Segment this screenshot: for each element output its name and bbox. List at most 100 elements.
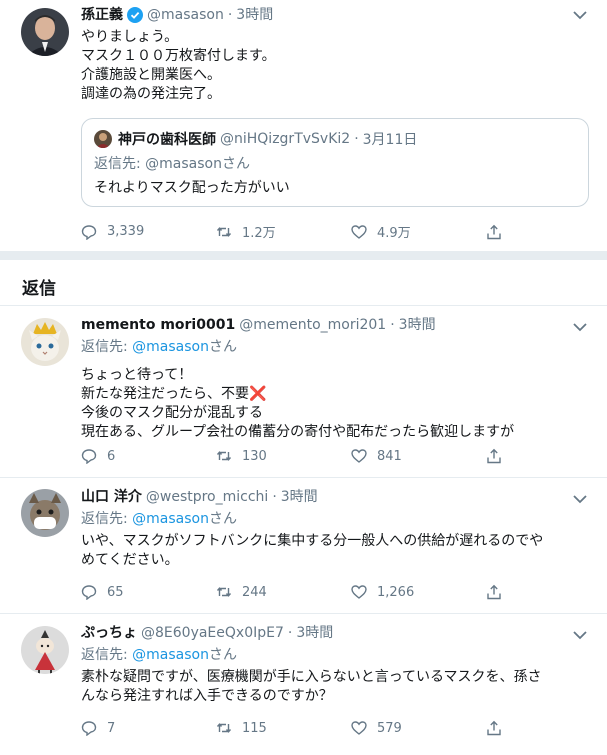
quote-reply-to: 返信先: @masasonさん xyxy=(94,155,576,173)
like-button[interactable]: 4.9万 xyxy=(351,222,486,241)
quote-timestamp: 3月11日 xyxy=(362,132,418,148)
replies-heading: 返信 xyxy=(22,279,56,299)
timestamp[interactable]: 3時間 xyxy=(399,316,436,334)
retweet-count: 244 xyxy=(242,584,267,600)
heart-icon xyxy=(351,224,367,239)
reply-to: 返信先: @masasonさん xyxy=(81,338,587,356)
tweet-header: memento mori0001 @memento_mori201 · 3時間 xyxy=(81,316,587,334)
tweet-text: 素朴な疑問ですが、医療機関が手に入らないと言っているマスクを、孫さ んなら発注す… xyxy=(81,669,542,704)
reply-tweet[interactable]: memento mori0001 @memento_mori201 · 3時間 … xyxy=(0,306,607,478)
reply-icon xyxy=(81,585,97,600)
mention-link[interactable]: @masason xyxy=(132,339,209,355)
tweet-actions: 7 115 579 xyxy=(81,720,607,736)
reply-icon xyxy=(81,449,97,464)
quoted-tweet[interactable]: 神戸の歯科医師 @niHQizgrTvSvKi2 · 3月11日 返信先: @m… xyxy=(81,118,589,207)
display-name[interactable]: memento mori0001 xyxy=(81,316,235,334)
reply-button[interactable]: 65 xyxy=(81,584,216,600)
share-button[interactable] xyxy=(486,448,607,464)
display-name[interactable]: 孫正義 xyxy=(81,6,123,24)
avatar[interactable] xyxy=(21,8,69,56)
like-count: 579 xyxy=(377,720,402,736)
reply-button[interactable]: 6 xyxy=(81,448,216,464)
tweet-text: やりましょう。 マスク１００万枚寄付します。 介護施設と開業医へ。 調達の為の発… xyxy=(81,29,276,102)
reply-prefix: 返信先: xyxy=(81,511,133,527)
tweet-text: ちょっと待って！ 新たな発注だったら、不要❌ 今後のマスク配分が混乱する 現在あ… xyxy=(81,367,515,440)
share-icon xyxy=(487,224,501,239)
avatar[interactable] xyxy=(21,318,69,366)
reply-count: 65 xyxy=(107,584,124,600)
quote-avatar xyxy=(94,130,112,148)
reply-to: 返信先: @masasonさん xyxy=(81,646,587,664)
share-button[interactable] xyxy=(486,720,607,736)
reply-prefix: 返信先: xyxy=(94,156,146,172)
retweet-icon xyxy=(216,451,232,461)
reply-button[interactable]: 3,339 xyxy=(81,222,216,241)
tweet-header: ぷっちょ @8E60yaEeQx0IpE7 · 3時間 xyxy=(81,624,587,642)
tweet-header: 山口 洋介 @westpro_micchi · 3時間 xyxy=(81,488,587,506)
quote-display-name: 神戸の歯科医師 xyxy=(118,132,216,148)
timestamp[interactable]: 3時間 xyxy=(281,488,318,506)
like-count: 841 xyxy=(377,448,402,464)
tweet-actions: 65 244 1,266 xyxy=(81,584,607,600)
replies-header: 返信 xyxy=(0,260,607,306)
like-button[interactable]: 841 xyxy=(351,448,486,464)
reply-prefix: 返信先: xyxy=(81,647,133,663)
reply-suffix: さん xyxy=(209,511,237,527)
reply-button[interactable]: 7 xyxy=(81,720,216,736)
tweet-actions: 3,339 1.2万 4.9万 xyxy=(81,222,607,241)
retweet-count: 115 xyxy=(242,720,267,736)
reply-suffix: さん xyxy=(209,339,237,355)
heart-icon xyxy=(351,585,367,599)
timestamp[interactable]: 3時間 xyxy=(236,6,273,24)
retweet-icon xyxy=(216,723,232,733)
reply-tweet[interactable]: 山口 洋介 @westpro_micchi · 3時間 返信先: @masaso… xyxy=(0,478,607,614)
retweet-count: 1.2万 xyxy=(242,226,276,241)
retweet-button[interactable]: 130 xyxy=(216,448,351,464)
main-tweet[interactable]: 孫正義 @masason · 3時間 やりましょう。 マスク１００万枚寄付します… xyxy=(0,0,607,252)
share-icon xyxy=(487,720,501,736)
share-button[interactable] xyxy=(486,584,607,600)
reply-prefix: 返信先: xyxy=(81,339,133,355)
avatar[interactable] xyxy=(21,626,69,674)
quote-user-handle: @niHQizgrTvSvKi2 xyxy=(220,131,351,147)
share-icon xyxy=(487,448,501,464)
timestamp[interactable]: 3時間 xyxy=(296,624,333,642)
separator-dot: · xyxy=(272,489,277,505)
reply-suffix: さん xyxy=(209,647,237,663)
reply-count: 3,339 xyxy=(107,224,145,239)
like-button[interactable]: 1,266 xyxy=(351,584,486,600)
separator-dot: · xyxy=(354,131,359,147)
retweet-icon xyxy=(216,587,232,597)
avatar[interactable] xyxy=(21,489,69,537)
user-handle[interactable]: @8E60yaEeQx0IpE7 xyxy=(141,624,284,642)
retweet-button[interactable]: 244 xyxy=(216,584,351,600)
retweet-button[interactable]: 115 xyxy=(216,720,351,736)
share-button[interactable] xyxy=(486,222,607,241)
like-count: 4.9万 xyxy=(377,226,411,241)
user-handle[interactable]: @memento_mori201 xyxy=(239,316,386,334)
mention-link[interactable]: @masason xyxy=(132,647,209,663)
user-handle[interactable]: @westpro_micchi xyxy=(146,488,268,506)
heart-icon xyxy=(351,721,367,735)
reply-tweet[interactable]: ぷっちょ @8E60yaEeQx0IpE7 · 3時間 返信先: @masaso… xyxy=(0,614,607,754)
reply-icon xyxy=(81,721,97,736)
user-handle[interactable]: @masason xyxy=(147,6,224,24)
like-count: 1,266 xyxy=(377,584,415,600)
quote-header: 神戸の歯科医師 @niHQizgrTvSvKi2 · 3月11日 xyxy=(94,129,576,149)
section-divider xyxy=(0,252,607,260)
tweet-header: 孫正義 @masason · 3時間 xyxy=(81,6,587,24)
display-name[interactable]: ぷっちょ xyxy=(81,624,137,642)
display-name[interactable]: 山口 洋介 xyxy=(81,488,142,506)
reply-to-user: @masasonさん xyxy=(145,156,250,172)
tweet-actions: 6 130 841 xyxy=(81,448,607,464)
retweet-button[interactable]: 1.2万 xyxy=(216,222,351,241)
retweet-icon xyxy=(216,226,232,237)
reply-to: 返信先: @masasonさん xyxy=(81,510,587,528)
separator-dot: · xyxy=(227,7,233,23)
mention-link[interactable]: @masason xyxy=(132,511,209,527)
tweet-text: いや、マスクがソフトバンクに集中する分一般人への供給が遅れるのでや めてください… xyxy=(81,533,544,568)
like-button[interactable]: 579 xyxy=(351,720,486,736)
reply-count: 7 xyxy=(107,720,116,736)
separator-dot: · xyxy=(287,625,293,641)
share-icon xyxy=(487,584,501,600)
